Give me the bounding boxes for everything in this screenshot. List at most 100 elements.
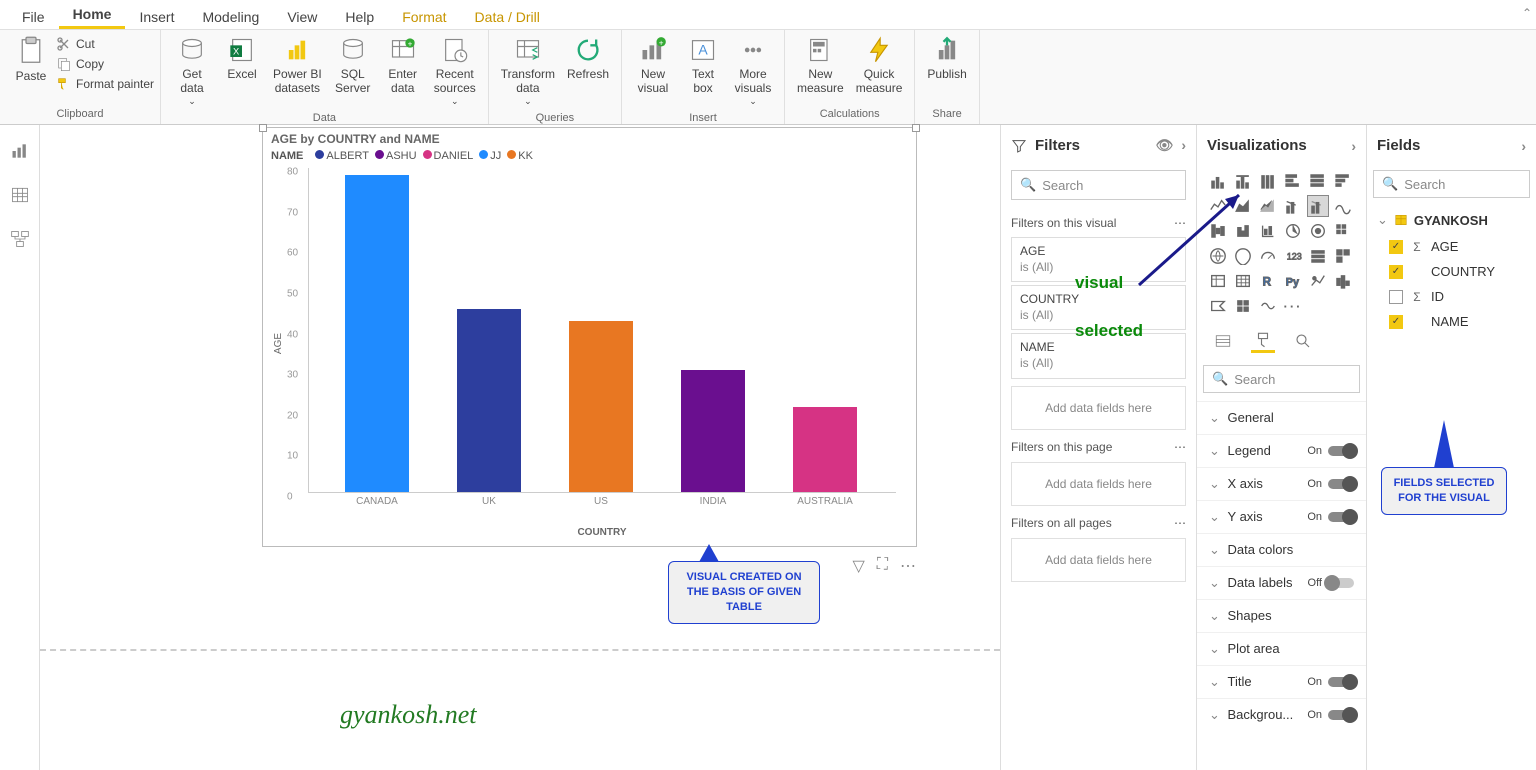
format-section[interactable]: Backgrou...On: [1197, 698, 1366, 731]
recent-sources-button[interactable]: Recent sources⌄: [428, 32, 482, 110]
viz-type-icon[interactable]: [1332, 170, 1354, 192]
report-canvas[interactable]: AGE by COUNTRY and NAME NAME ALBERTASHUD…: [40, 125, 1000, 770]
tab-data-drill[interactable]: Data / Drill: [461, 5, 554, 29]
viz-type-icon[interactable]: [1307, 195, 1329, 217]
field-item[interactable]: ✓ΣAGE: [1367, 234, 1536, 259]
viz-type-icon[interactable]: [1257, 295, 1279, 317]
filters-more-icon-3[interactable]: ⋯: [1174, 516, 1186, 530]
chart-bar[interactable]: [681, 370, 746, 492]
chart-bar[interactable]: [457, 309, 522, 492]
viz-type-icon[interactable]: [1282, 220, 1304, 242]
viz-type-icon[interactable]: [1282, 170, 1304, 192]
viz-type-icon[interactable]: [1257, 195, 1279, 217]
viz-collapse-icon[interactable]: ›: [1351, 138, 1356, 154]
viz-type-icon[interactable]: [1257, 220, 1279, 242]
viz-type-icon[interactable]: [1307, 245, 1329, 267]
viz-type-icon[interactable]: [1332, 245, 1354, 267]
report-view-icon[interactable]: [10, 141, 30, 161]
new-measure-button[interactable]: New measure: [791, 32, 850, 100]
publish-button[interactable]: Publish: [921, 32, 972, 86]
viz-type-icon[interactable]: [1332, 270, 1354, 292]
callout-visual-created: VISUAL CREATED ON THE BASIS OF GIVEN TAB…: [668, 561, 820, 624]
chart-bar[interactable]: [793, 407, 858, 492]
viz-type-icon[interactable]: [1332, 195, 1354, 217]
more-visuals-button[interactable]: More visuals⌄: [728, 32, 778, 110]
get-data-button[interactable]: Get data⌄: [167, 32, 217, 110]
viz-type-icon[interactable]: [1282, 195, 1304, 217]
field-item[interactable]: ✓NAME: [1367, 309, 1536, 334]
viz-format-tab[interactable]: [1251, 329, 1275, 353]
format-section[interactable]: Data colors: [1197, 533, 1366, 566]
ribbon-collapse-caret[interactable]: ⌃: [1522, 6, 1532, 20]
fields-search[interactable]: 🔍Search: [1373, 170, 1530, 198]
tab-format[interactable]: Format: [388, 5, 460, 29]
viz-search[interactable]: 🔍Search: [1203, 365, 1360, 393]
format-section[interactable]: Y axisOn: [1197, 500, 1366, 533]
y-tick: 70: [287, 207, 298, 218]
visual-more-icon[interactable]: ⋯: [900, 556, 916, 576]
tab-file[interactable]: File: [8, 5, 59, 29]
cut-button[interactable]: Cut: [56, 36, 154, 52]
format-section[interactable]: Data labelsOff: [1197, 566, 1366, 599]
format-section[interactable]: Shapes: [1197, 599, 1366, 632]
transform-data-button[interactable]: Transform data⌄: [495, 32, 561, 110]
format-section[interactable]: Plot area: [1197, 632, 1366, 665]
viz-type-icon[interactable]: [1232, 295, 1254, 317]
excel-button[interactable]: XExcel: [217, 32, 267, 86]
filters-add-page[interactable]: Add data fields here: [1011, 462, 1186, 506]
format-section[interactable]: TitleOn: [1197, 665, 1366, 698]
viz-type-icon[interactable]: [1207, 295, 1229, 317]
tab-help[interactable]: Help: [331, 5, 388, 29]
tab-modeling[interactable]: Modeling: [188, 5, 273, 29]
fields-collapse-icon[interactable]: ›: [1521, 138, 1526, 154]
chart-bar[interactable]: [345, 175, 410, 492]
table-icon: [1394, 213, 1408, 227]
format-section[interactable]: General: [1197, 401, 1366, 434]
model-view-icon[interactable]: [10, 229, 30, 249]
tab-view[interactable]: View: [273, 5, 331, 29]
viz-type-icon[interactable]: R: [1257, 270, 1279, 292]
chart-visual[interactable]: AGE by COUNTRY and NAME NAME ALBERTASHUD…: [262, 127, 917, 547]
x-tick: INDIA: [700, 496, 727, 507]
filters-more-icon-2[interactable]: ⋯: [1174, 440, 1186, 454]
paste-button[interactable]: Paste: [6, 32, 56, 88]
viz-fields-tab[interactable]: [1211, 329, 1235, 353]
tab-insert[interactable]: Insert: [125, 5, 188, 29]
viz-analytics-tab[interactable]: [1291, 329, 1315, 353]
tab-home[interactable]: Home: [59, 2, 126, 29]
viz-type-icon[interactable]: [1307, 220, 1329, 242]
text-box-button[interactable]: AText box: [678, 32, 728, 100]
viz-type-icon[interactable]: Py: [1282, 270, 1304, 292]
field-item[interactable]: ΣID: [1367, 284, 1536, 309]
y-tick: 60: [287, 248, 298, 259]
chart-bar[interactable]: [569, 321, 634, 492]
new-visual-button[interactable]: +New visual: [628, 32, 678, 100]
filters-collapse-icon[interactable]: ›: [1181, 137, 1186, 154]
quick-measure-button[interactable]: Quick measure: [850, 32, 909, 100]
filters-add-visual[interactable]: Add data fields here: [1011, 386, 1186, 430]
viz-type-icon[interactable]: [1307, 170, 1329, 192]
format-section[interactable]: X axisOn: [1197, 467, 1366, 500]
visual-focus-icon[interactable]: ⛶: [877, 556, 888, 576]
filters-eye-icon[interactable]: 👁: [1156, 137, 1174, 154]
viz-type-icon[interactable]: [1332, 220, 1354, 242]
field-item[interactable]: ✓COUNTRY: [1367, 259, 1536, 284]
svg-text:R: R: [1263, 276, 1272, 289]
fields-table-header[interactable]: GYANKOSH: [1367, 206, 1536, 234]
refresh-button[interactable]: Refresh: [561, 32, 615, 86]
pbi-datasets-button[interactable]: Power BI datasets: [267, 32, 328, 100]
copy-button[interactable]: Copy: [56, 56, 154, 72]
filters-add-all[interactable]: Add data fields here: [1011, 538, 1186, 582]
sql-server-button[interactable]: SQL Server: [328, 32, 378, 100]
viz-type-icon[interactable]: [1257, 170, 1279, 192]
enter-data-button[interactable]: +Enter data: [378, 32, 428, 100]
data-view-icon[interactable]: [10, 185, 30, 205]
viz-type-icon[interactable]: [1307, 270, 1329, 292]
viz-type-icon[interactable]: 123: [1282, 245, 1304, 267]
viz-more-icon[interactable]: ···: [1282, 295, 1304, 317]
format-section[interactable]: LegendOn: [1197, 434, 1366, 467]
watermark-text: gyankosh.net: [340, 700, 476, 730]
format-painter-button[interactable]: Format painter: [56, 76, 154, 92]
visual-filter-icon[interactable]: ▽: [852, 556, 864, 576]
viz-type-icon[interactable]: [1257, 245, 1279, 267]
